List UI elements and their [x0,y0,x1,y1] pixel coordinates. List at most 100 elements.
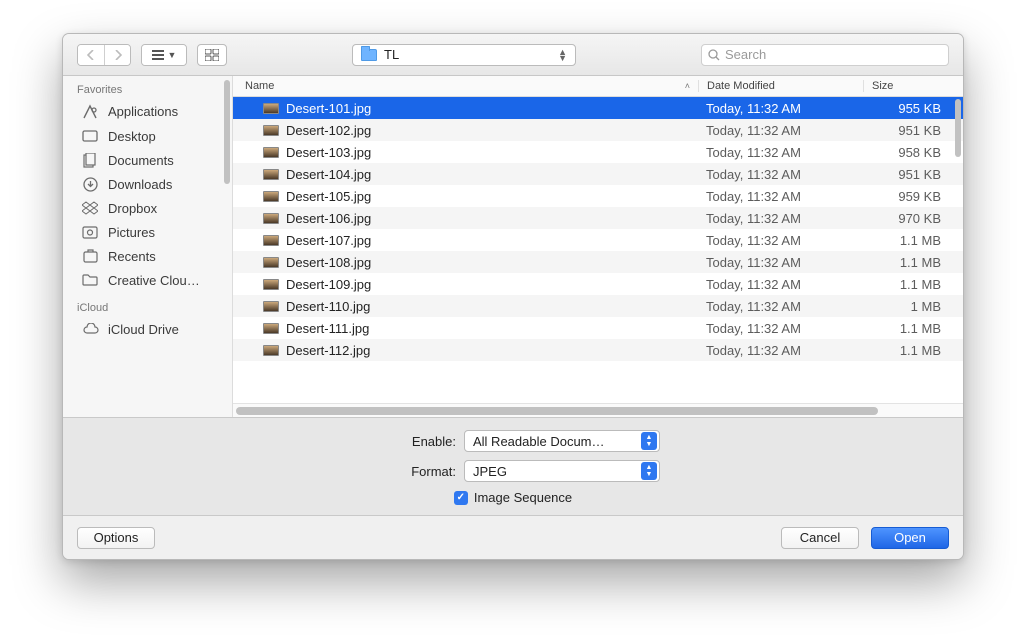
forward-button[interactable] [104,45,130,65]
sidebar-item-desktop[interactable]: Desktop [63,124,232,148]
file-row[interactable]: Desert-106.jpg Today, 11:32 AM970 KB [233,207,963,229]
file-row[interactable]: Desert-108.jpg Today, 11:32 AM1.1 MB [233,251,963,273]
documents-icon [81,153,99,168]
format-select[interactable]: JPEG ▲▼ [464,460,660,482]
search-placeholder: Search [725,47,766,62]
file-row[interactable]: Desert-101.jpgToday, 11:32 AM955 KB [233,97,963,119]
column-header-size[interactable]: Size [863,80,963,92]
file-date: Today, 11:32 AM [698,255,863,270]
cancel-button[interactable]: Cancel [781,527,859,549]
file-row[interactable]: Desert-109.jpgToday, 11:32 AM1.1 MB [233,273,963,295]
file-size: 970 KB [863,211,963,226]
file-date: Today, 11:32 AM [698,299,863,314]
apps-icon [81,104,99,120]
file-row[interactable]: Desert-105.jpgToday, 11:32 AM959 KB [233,185,963,207]
file-name: Desert-105.jpg [286,189,371,204]
sidebar-item-label: iCloud Drive [108,322,224,337]
back-button[interactable] [78,45,104,65]
horizontal-scrollbar[interactable] [236,407,878,415]
file-size: 1.1 MB [863,277,963,292]
folder-generic-icon [81,274,99,286]
format-label: Format: [366,464,456,479]
file-thumbnail-icon [263,301,279,312]
file-date: Today, 11:32 AM [698,123,863,138]
search-input[interactable]: Search [701,44,949,66]
image-sequence-checkbox[interactable]: ✓ [454,491,468,505]
sidebar-item-creative-cloud[interactable]: Creative Clou… [63,268,232,292]
sidebar-item-label: Dropbox [108,201,224,216]
file-list-scrollbar[interactable] [955,99,961,157]
desktop-icon [81,130,99,143]
file-size: 1.1 MB [863,255,963,270]
folder-selector[interactable]: TL ▲▼ [352,44,576,66]
downloads-icon [81,177,99,192]
toolbar: ▼ TL ▲▼ Search [63,34,963,76]
sidebar-item-dropbox[interactable]: Dropbox [63,196,232,220]
enable-select[interactable]: All Readable Docum… ▲▼ [464,430,660,452]
updown-icon: ▲▼ [558,49,567,61]
sidebar-item-pictures[interactable]: Pictures [63,220,232,244]
file-row[interactable]: Desert-107.jpgToday, 11:32 AM1.1 MB [233,229,963,251]
sidebar-item-applications[interactable]: Applications [63,99,232,124]
enable-label: Enable: [366,434,456,449]
dropbox-icon [81,201,99,215]
file-row[interactable]: Desert-104.jpgToday, 11:32 AM951 KB [233,163,963,185]
group-by-button[interactable] [197,44,227,66]
file-name: Desert-108.jpg [286,255,371,270]
file-rows: Desert-101.jpgToday, 11:32 AM955 KBDeser… [233,97,963,403]
file-row[interactable]: Desert-102.jpgToday, 11:32 AM951 KB [233,119,963,141]
nav-buttons [77,44,131,66]
chevron-right-icon [114,50,122,60]
options-panel: Enable: All Readable Docum… ▲▼ Format: J… [63,417,963,515]
sidebar-heading-favorites: Favorites [63,80,232,99]
file-thumbnail-icon [263,323,279,334]
file-name: Desert-106.jpg [286,211,371,226]
image-sequence-row: ✓ Image Sequence [63,490,963,505]
sidebar-item-label: Pictures [108,225,224,240]
column-header-label: Size [872,80,893,92]
sidebar-heading-icloud: iCloud [63,298,232,317]
file-date: Today, 11:32 AM [698,101,863,116]
file-thumbnail-icon [263,103,279,114]
file-name: Desert-109.jpg [286,277,371,292]
file-thumbnail-icon [263,279,279,290]
folder-name: TL [384,47,558,62]
view-mode-selector[interactable]: ▼ [141,44,187,66]
file-size: 1.1 MB [863,321,963,336]
file-size: 1 MB [863,299,963,314]
file-size: 951 KB [863,167,963,182]
file-date: Today, 11:32 AM [698,321,863,336]
file-name: Desert-110.jpg [286,299,370,314]
options-button[interactable]: Options [77,527,155,549]
file-row[interactable]: Desert-110.jpg Today, 11:32 AM1 MB [233,295,963,317]
sidebar-item-documents[interactable]: Documents [63,148,232,172]
open-button[interactable]: Open [871,527,949,549]
select-stepper-icon: ▲▼ [641,432,657,450]
file-row[interactable]: Desert-112.jpgToday, 11:32 AM1.1 MB [233,339,963,361]
sidebar-item-downloads[interactable]: Downloads [63,172,232,196]
enable-row: Enable: All Readable Docum… ▲▼ [63,430,963,452]
file-row[interactable]: Desert-111.jpgToday, 11:32 AM1.1 MB [233,317,963,339]
file-row[interactable]: Desert-103.jpgToday, 11:32 AM958 KB [233,141,963,163]
file-date: Today, 11:32 AM [698,233,863,248]
file-thumbnail-icon [263,235,279,246]
chevron-left-icon [87,50,95,60]
file-date: Today, 11:32 AM [698,211,863,226]
format-value: JPEG [473,464,641,479]
file-thumbnail-icon [263,213,279,224]
recents-icon [81,249,99,263]
file-thumbnail-icon [263,257,279,268]
open-dialog: ▼ TL ▲▼ Search Favorites Applications [62,33,964,560]
sidebar-item-icloud-drive[interactable]: iCloud Drive [63,317,232,341]
column-header-date[interactable]: Date Modified [698,80,863,92]
sidebar-item-label: Applications [108,104,224,119]
sidebar-item-label: Documents [108,153,224,168]
column-header-name[interactable]: Name ˄ [233,80,698,92]
file-date: Today, 11:32 AM [698,167,863,182]
file-list: Name ˄ Date Modified Size Desert-101.jpg… [233,76,963,417]
sidebar-item-label: Desktop [108,129,224,144]
file-thumbnail-icon [263,169,279,180]
enable-value: All Readable Docum… [473,434,641,449]
sidebar-item-recents[interactable]: Recents [63,244,232,268]
sidebar-scrollbar[interactable] [224,80,230,184]
